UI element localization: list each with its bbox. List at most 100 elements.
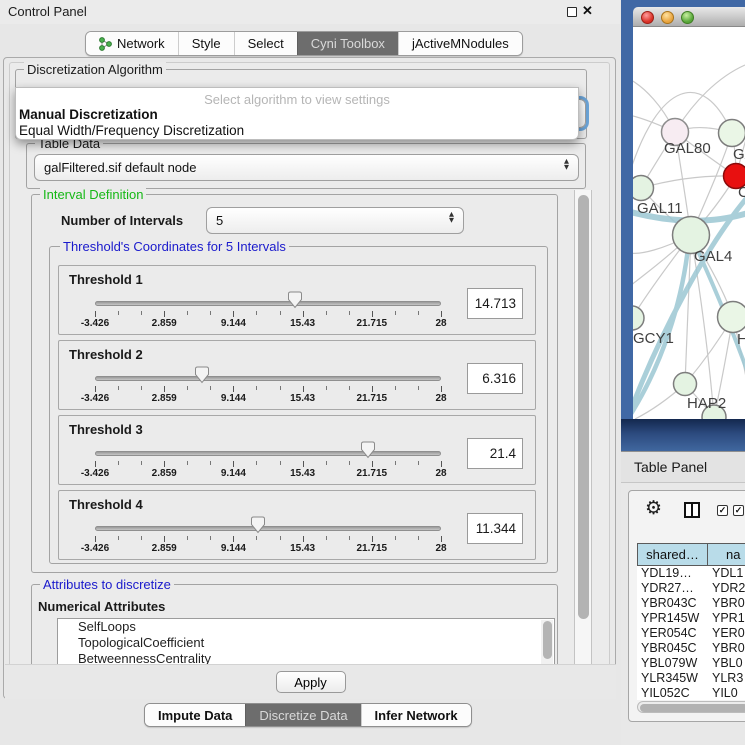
node-right-mid[interactable]: [718, 302, 745, 333]
table-row[interactable]: YBR043CYBR0: [637, 596, 745, 611]
tick-label: 15.43: [290, 468, 315, 479]
cell-name[interactable]: YPR1: [708, 611, 745, 626]
table-scrollbar-thumb[interactable]: [640, 704, 745, 712]
network-window-titlebar[interactable]: [633, 7, 745, 27]
network-graph: GAL80 GA GAL11 C GAL4 GCY1 H HAP2: [633, 27, 745, 419]
cell-name[interactable]: YDR2: [708, 581, 745, 596]
table-row[interactable]: YBL079WYBL0: [637, 656, 745, 671]
threshold-slider-track[interactable]: [95, 376, 441, 381]
cell-shared-name[interactable]: YDL19…: [637, 566, 708, 581]
cell-shared-name[interactable]: YER054C: [637, 626, 708, 641]
node-gal11[interactable]: [633, 176, 654, 201]
tab-jactivemnodules[interactable]: jActiveMNodules: [398, 32, 522, 55]
table-row[interactable]: YIL052CYIL0: [637, 686, 745, 700]
cell-name[interactable]: YDL1: [708, 566, 745, 581]
cell-name[interactable]: YBR0: [708, 641, 745, 656]
numerical-attributes-list[interactable]: SelfLoopsTopologicalCoefficientBetweenne…: [57, 618, 555, 666]
attribute-list-item[interactable]: TopologicalCoefficient: [58, 635, 554, 651]
zoom-traffic-light[interactable]: [681, 11, 694, 24]
tick-mark: [303, 311, 304, 317]
table-horizontal-scrollbar[interactable]: [637, 701, 745, 713]
threshold-slider-track[interactable]: [95, 526, 441, 531]
cell-shared-name[interactable]: YBR043C: [637, 596, 708, 611]
tick-mark: [326, 536, 327, 540]
threshold-label: Threshold 3: [69, 422, 143, 437]
threshold-slider-thumb[interactable]: [194, 366, 210, 384]
tick-mark: [233, 461, 234, 467]
threshold-value-field[interactable]: 11.344: [467, 513, 523, 544]
threshold-slider-thumb[interactable]: [250, 516, 266, 534]
tick-label: 21.715: [357, 468, 388, 479]
tick-mark: [210, 461, 211, 465]
table-data-combobox[interactable]: galFiltered.sif default node ▲▼: [34, 154, 579, 181]
threshold-slider-track[interactable]: [95, 301, 441, 306]
tab-network[interactable]: Network: [86, 32, 178, 55]
threshold-value-field[interactable]: 6.316: [467, 363, 523, 394]
table-browser-panel: ⚙ ✓ ✓ shared… na YDL19…YDL1YDR27…YDR2YBR…: [628, 490, 745, 722]
checkbox-icon[interactable]: ✓: [733, 505, 744, 516]
cell-name[interactable]: YIL0: [708, 686, 745, 700]
tab-select[interactable]: Select: [234, 32, 297, 55]
threshold-value-field[interactable]: 14.713: [467, 288, 523, 319]
node-hap2[interactable]: [674, 373, 697, 396]
threshold-label: Threshold 1: [69, 272, 143, 287]
attribute-list-item[interactable]: SelfLoops: [58, 619, 554, 635]
settings-scrollbar-thumb[interactable]: [578, 195, 589, 619]
checkbox-icon[interactable]: ✓: [717, 505, 728, 516]
list-scrollbar-thumb[interactable]: [543, 621, 552, 659]
tick-label: 2.859: [152, 393, 177, 404]
tab-impute-data[interactable]: Impute Data: [145, 704, 245, 726]
dropdown-item-manual-discretization[interactable]: Manual Discretization: [19, 107, 158, 122]
list-scrollbar[interactable]: [541, 620, 553, 666]
column-header-name[interactable]: na: [708, 543, 745, 566]
tick-label: 28: [435, 543, 446, 554]
table-row[interactable]: YER054CYER0: [637, 626, 745, 641]
close-traffic-light[interactable]: [641, 11, 654, 24]
cell-shared-name[interactable]: YIL052C: [637, 686, 708, 700]
cell-shared-name[interactable]: YBR045C: [637, 641, 708, 656]
cell-shared-name[interactable]: YPR145W: [637, 611, 708, 626]
tab-discretize-data[interactable]: Discretize Data: [245, 704, 360, 726]
cell-name[interactable]: YBL0: [708, 656, 745, 671]
apply-button[interactable]: Apply: [276, 671, 346, 693]
table-row[interactable]: YDR27…YDR2: [637, 581, 745, 596]
tab-style[interactable]: Style: [178, 32, 234, 55]
cell-name[interactable]: YBR0: [708, 596, 745, 611]
threshold-slider-track[interactable]: [95, 451, 441, 456]
table-row[interactable]: YBR045CYBR0: [637, 641, 745, 656]
table-row[interactable]: YDL19…YDL1: [637, 566, 745, 581]
tab-infer-network[interactable]: Infer Network: [361, 704, 471, 726]
float-window-icon[interactable]: [567, 7, 577, 17]
table-row[interactable]: YPR145WYPR1: [637, 611, 745, 626]
threshold-label: Threshold 2: [69, 347, 143, 362]
tick-mark: [164, 311, 165, 317]
cell-shared-name[interactable]: YLR345W: [637, 671, 708, 686]
threshold-slider-thumb[interactable]: [287, 291, 303, 309]
number-of-intervals-combobox[interactable]: 5 ▲▼: [206, 207, 464, 234]
gear-icon[interactable]: ⚙: [645, 497, 662, 519]
tick-label: 28: [435, 393, 446, 404]
dropdown-item-equal-width-frequency[interactable]: Equal Width/Frequency Discretization: [19, 123, 244, 138]
network-nodes[interactable]: [633, 119, 745, 420]
column-layout-icon[interactable]: [684, 502, 700, 518]
node-top-right[interactable]: [719, 120, 745, 147]
tick-label: -3.426: [81, 468, 109, 479]
cell-name[interactable]: YLR3: [708, 671, 745, 686]
tick-mark: [418, 311, 419, 315]
table-row[interactable]: YLR345WYLR3: [637, 671, 745, 686]
network-canvas[interactable]: GAL80 GA GAL11 C GAL4 GCY1 H HAP2: [633, 27, 745, 419]
node-gcy1[interactable]: [633, 306, 644, 330]
threshold-slider-thumb[interactable]: [360, 441, 376, 459]
tab-cyni-toolbox[interactable]: Cyni Toolbox: [297, 32, 398, 55]
close-icon[interactable]: ✕: [582, 3, 593, 19]
tick-label: -3.426: [81, 393, 109, 404]
tick-label: 2.859: [152, 543, 177, 554]
cell-shared-name[interactable]: YDR27…: [637, 581, 708, 596]
cell-shared-name[interactable]: YBL079W: [637, 656, 708, 671]
threshold-value-field[interactable]: 21.4: [467, 438, 523, 469]
minimize-traffic-light[interactable]: [661, 11, 674, 24]
settings-vertical-scrollbar[interactable]: [574, 190, 592, 668]
network-window-frame: GAL80 GA GAL11 C GAL4 GCY1 H HAP2: [621, 0, 745, 451]
column-header-shared-name[interactable]: shared…: [637, 543, 708, 566]
cell-name[interactable]: YER0: [708, 626, 745, 641]
